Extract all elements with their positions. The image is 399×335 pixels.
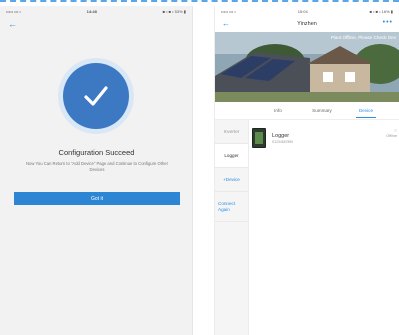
back-arrow-icon[interactable]: ← xyxy=(222,19,230,28)
status-bar: ••••• ••• • 14:48 ■ • ■ • 53% ▮ xyxy=(0,6,192,16)
got-it-button[interactable]: Got it xyxy=(14,192,180,205)
status-time: 15:04 xyxy=(297,8,308,14)
status-time: 14:48 xyxy=(86,8,97,14)
configuration-success-screen: ••••• ••• • 14:48 ■ • ■ • 53% ▮ ← Config… xyxy=(0,6,193,335)
tab-info[interactable]: Info xyxy=(256,102,300,120)
device-list: Logger S1234567890 ○ Offline xyxy=(252,126,397,150)
success-description: Now You Can Return to "Add Device" Page … xyxy=(26,161,168,172)
device-name: Logger xyxy=(272,132,290,139)
plant-tabs: Info Summary Device xyxy=(215,102,399,120)
success-circle xyxy=(63,63,129,129)
tab-summary[interactable]: Summary xyxy=(300,102,344,120)
plant-title[interactable]: Yinzhen xyxy=(297,21,317,27)
tab-device[interactable]: Device xyxy=(344,102,388,120)
back-arrow-icon[interactable]: ← xyxy=(8,20,17,29)
more-icon[interactable]: ••• xyxy=(383,19,393,26)
sidebar-item-connect-again[interactable]: Connect Again xyxy=(215,192,248,222)
plant-header: ← Yinzhen ••• xyxy=(215,16,399,32)
sidebar-item-inverter[interactable]: Inverter xyxy=(215,120,248,144)
status-bar: ••••• ••• • 15:04 ■ • ■ • 16% ▮ xyxy=(215,6,399,16)
dashed-divider xyxy=(0,0,399,4)
device-serial: S1234567890 xyxy=(272,139,294,144)
list-item[interactable]: Logger S1234567890 ○ Offline xyxy=(252,126,397,150)
device-panel: Inverter Logger +Device Connect Again Lo… xyxy=(215,120,399,335)
plant-photo: Plant Offline, Please Check Dev xyxy=(215,32,399,102)
status-carrier: ••••• ••• • xyxy=(6,8,21,14)
sidebar-item-logger[interactable]: Logger xyxy=(215,144,248,168)
device-type-sidebar: Inverter Logger +Device Connect Again xyxy=(215,120,249,335)
logger-device-icon xyxy=(252,128,266,148)
success-badge xyxy=(58,58,134,134)
sidebar-item-add-device[interactable]: +Device xyxy=(215,168,248,192)
device-status: Offline xyxy=(386,134,397,138)
offline-banner: Plant Offline, Please Check Dev xyxy=(330,35,396,40)
status-battery: ■ • ■ • 16% ▮ xyxy=(369,8,393,14)
success-title: Configuration Succeed xyxy=(58,148,135,157)
status-carrier: ••••• ••• • xyxy=(221,8,236,14)
plant-device-screen: ••••• ••• • 15:04 ■ • ■ • 16% ▮ ← Yinzhe… xyxy=(214,6,399,335)
house-with-solar-panels-image xyxy=(215,32,399,102)
status-battery: ■ • ■ • 53% ▮ xyxy=(162,8,186,14)
checkmark-icon xyxy=(84,86,108,106)
